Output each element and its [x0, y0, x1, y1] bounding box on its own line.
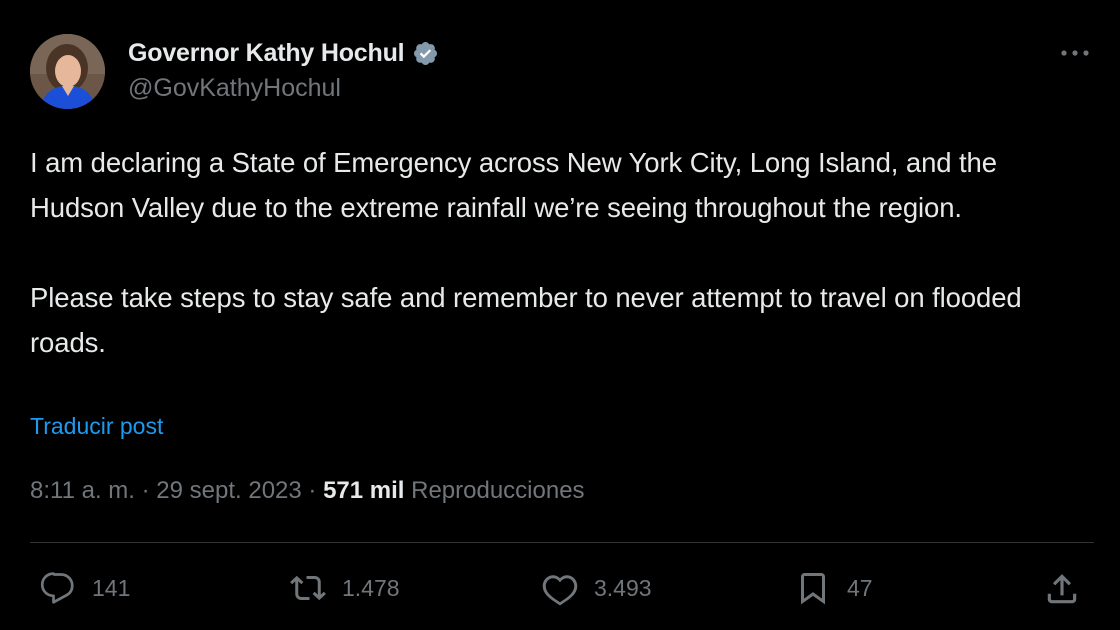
views-label: Reproducciones [404, 477, 585, 504]
repost-count: 1.478 [342, 574, 400, 601]
meta-separator: · [301, 477, 324, 504]
heart-icon [542, 575, 578, 606]
verified-badge-icon[interactable] [412, 40, 439, 67]
author-display-name[interactable]: Governor Kathy Hochul [128, 39, 405, 68]
meta-separator: · [134, 477, 157, 504]
repost-icon [290, 575, 326, 601]
bookmark-count: 47 [847, 574, 873, 601]
tweet-text: I am declaring a State of Emergency acro… [30, 140, 1090, 365]
like-button[interactable]: 3.493 [542, 560, 652, 616]
translate-post-link[interactable]: Traducir post [30, 413, 163, 440]
tweet-paragraph-1: I am declaring a State of Emergency acro… [30, 147, 997, 223]
tweet-time[interactable]: 8:11 a. m. [30, 477, 135, 505]
bookmark-icon [801, 573, 825, 605]
share-icon [1047, 574, 1077, 604]
repost-button[interactable]: 1.478 [290, 560, 400, 616]
author-handle[interactable]: @GovKathyHochul [128, 74, 341, 103]
tweet-paragraph-2: Please take steps to stay safe and remem… [30, 282, 1022, 358]
views-count: 571 mil [323, 477, 405, 504]
reply-icon [40, 572, 74, 604]
action-bar: 141 1.478 3.493 47 [0, 560, 1120, 616]
tweet-date[interactable]: 29 sept. 2023 [156, 477, 301, 505]
bookmark-button[interactable]: 47 [795, 560, 873, 616]
share-button[interactable] [1043, 570, 1081, 608]
like-count: 3.493 [594, 574, 652, 601]
reply-count: 141 [92, 574, 131, 601]
tweet-metadata: 8:11 a. m. · 29 sept. 2023 · 571 mil Rep… [30, 477, 585, 505]
author-avatar[interactable] [30, 34, 105, 109]
more-options-icon[interactable] [1058, 38, 1092, 68]
reply-button[interactable]: 141 [40, 560, 130, 616]
divider [30, 542, 1094, 543]
